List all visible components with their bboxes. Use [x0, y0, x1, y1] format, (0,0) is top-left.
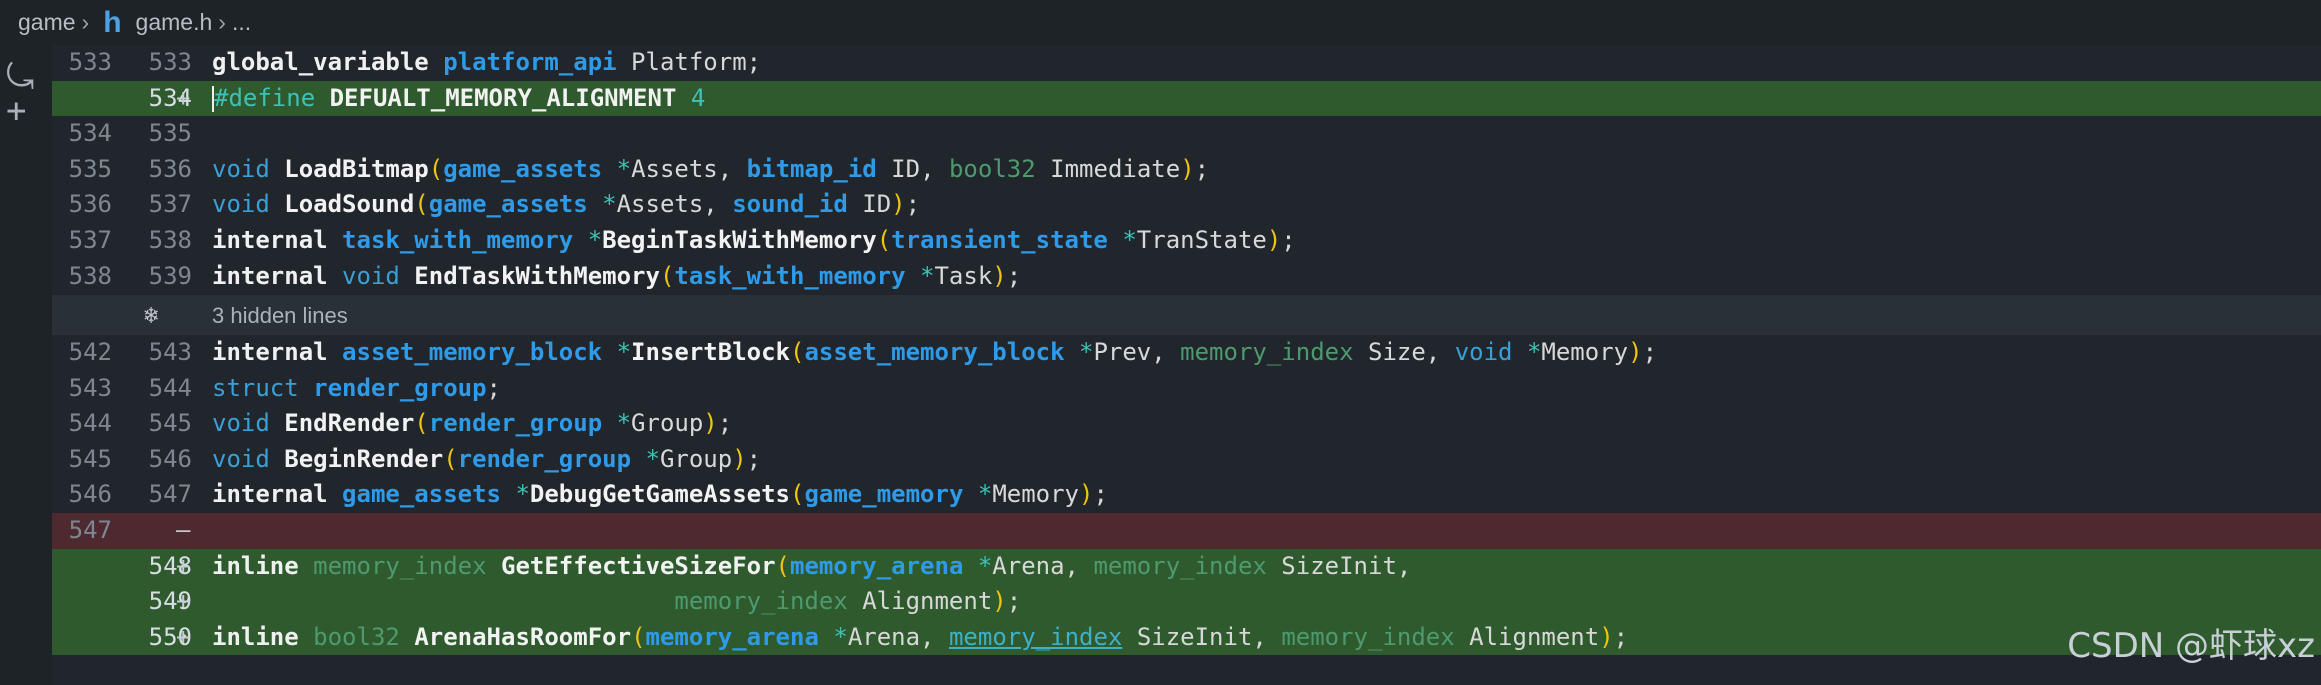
added-marker: +: [176, 587, 191, 616]
code-line[interactable]: 538 539 internal void EndTaskWithMemory(…: [52, 259, 2321, 295]
new-line-number: 545: [148, 409, 192, 438]
header-file-icon: h: [103, 5, 122, 39]
old-line-number: 537: [68, 226, 112, 254]
old-line-number: 533: [68, 48, 112, 76]
code-line[interactable]: 542 543 internal asset_memory_block *Ins…: [52, 335, 2321, 371]
added-marker: +: [176, 83, 191, 112]
breadcrumb-folder[interactable]: game: [18, 9, 76, 36]
code-line[interactable]: 536 537 void LoadSound(game_assets *Asse…: [52, 187, 2321, 223]
breadcrumb-more[interactable]: ...: [232, 9, 251, 36]
code-text: internal asset_memory_block *InsertBlock…: [212, 338, 1658, 366]
old-line-number: 534: [68, 119, 112, 148]
diff-gutter: ⤿ +: [0, 45, 52, 685]
new-line-number: 547: [148, 480, 192, 509]
code-line[interactable]: 534 535: [52, 116, 2321, 152]
code-text: inline memory_index GetEffectiveSizeFor(…: [212, 551, 1412, 580]
code-line[interactable]: 543 544 struct render_group;: [52, 371, 2321, 407]
added-marker: +: [176, 622, 191, 651]
old-line-number: 536: [68, 190, 112, 219]
old-line-number: 547: [68, 516, 112, 544]
code-line-added[interactable]: 534 + #define DEFUALT_MEMORY_ALIGNMENT 4: [52, 80, 2321, 117]
code-text: internal game_assets *DebugGetGameAssets…: [212, 480, 1108, 509]
breadcrumb: game › h game.h › ...: [0, 0, 2321, 45]
new-line-number: 539: [148, 261, 192, 290]
removed-marker: —: [176, 516, 191, 544]
code-line[interactable]: 533 533 global_variable platform_api Pla…: [52, 45, 2321, 81]
added-marker: +: [176, 551, 191, 580]
breadcrumb-file[interactable]: game.h: [136, 9, 213, 36]
code-line[interactable]: 535 536 void LoadBitmap(game_assets *Ass…: [52, 152, 2321, 188]
code-line-removed[interactable]: 547 —: [52, 513, 2321, 549]
new-line-number: 536: [148, 154, 192, 183]
code-text: #define DEFUALT_MEMORY_ALIGNMENT 4: [212, 83, 706, 112]
code-line-added[interactable]: 549 + memory_index Alignment);: [52, 584, 2321, 620]
diff-editor[interactable]: 533 533 global_variable platform_api Pla…: [52, 45, 2321, 685]
hidden-lines-fold[interactable]: ❄ 3 hidden lines: [52, 295, 2321, 335]
chevron-right-icon: ›: [81, 9, 90, 35]
new-line-number: 535: [148, 119, 192, 148]
code-line-added[interactable]: 550 + inline bool32 ArenaHasRoomFor(memo…: [52, 619, 2321, 656]
old-line-number: 545: [68, 444, 112, 473]
old-line-number: 535: [68, 154, 112, 183]
new-line-number: 544: [148, 373, 192, 402]
add-icon[interactable]: +: [6, 91, 26, 131]
new-line-number: 546: [148, 444, 192, 473]
watermark: CSDN @虾球xz: [2067, 626, 2315, 666]
old-line-number: 544: [68, 409, 112, 438]
code-text: void BeginRender(render_group *Group);: [212, 444, 762, 473]
code-text: inline bool32 ArenaHasRoomFor(memory_are…: [212, 622, 1629, 651]
code-text: memory_index Alignment);: [674, 587, 1022, 616]
new-line-number: 543: [148, 338, 192, 366]
code-line[interactable]: 545 546 void BeginRender(render_group *G…: [52, 442, 2321, 478]
old-line-number: 546: [68, 480, 112, 509]
new-line-number: 538: [148, 226, 192, 254]
code-line[interactable]: 544 545 void EndRender(render_group *Gro…: [52, 406, 2321, 442]
old-line-number: 543: [68, 373, 112, 402]
code-text: void LoadSound(game_assets *Assets, soun…: [212, 190, 921, 219]
code-line[interactable]: 546 547 internal game_assets *DebugGetGa…: [52, 477, 2321, 513]
unfold-icon[interactable]: ❄: [144, 301, 158, 329]
code-text: internal void EndTaskWithMemory(task_wit…: [212, 261, 1022, 290]
code-line[interactable]: 537 538 internal task_with_memory *Begin…: [52, 223, 2321, 259]
new-line-number: 533: [148, 48, 192, 76]
hidden-lines-label: 3 hidden lines: [212, 303, 348, 328]
code-text: global_variable platform_api Platform;: [212, 48, 762, 76]
code-text: struct render_group;: [212, 373, 501, 402]
code-line-added[interactable]: 548 + inline memory_index GetEffectiveSi…: [52, 548, 2321, 585]
code-text: void LoadBitmap(game_assets *Assets, bit…: [212, 154, 1210, 183]
code-text: void EndRender(render_group *Group);: [212, 409, 733, 438]
code-text: internal task_with_memory *BeginTaskWith…: [212, 226, 1296, 254]
chevron-right-icon: ›: [218, 9, 226, 35]
old-line-number: 538: [68, 261, 112, 290]
new-line-number: 537: [148, 190, 192, 219]
old-line-number: 542: [68, 338, 112, 366]
